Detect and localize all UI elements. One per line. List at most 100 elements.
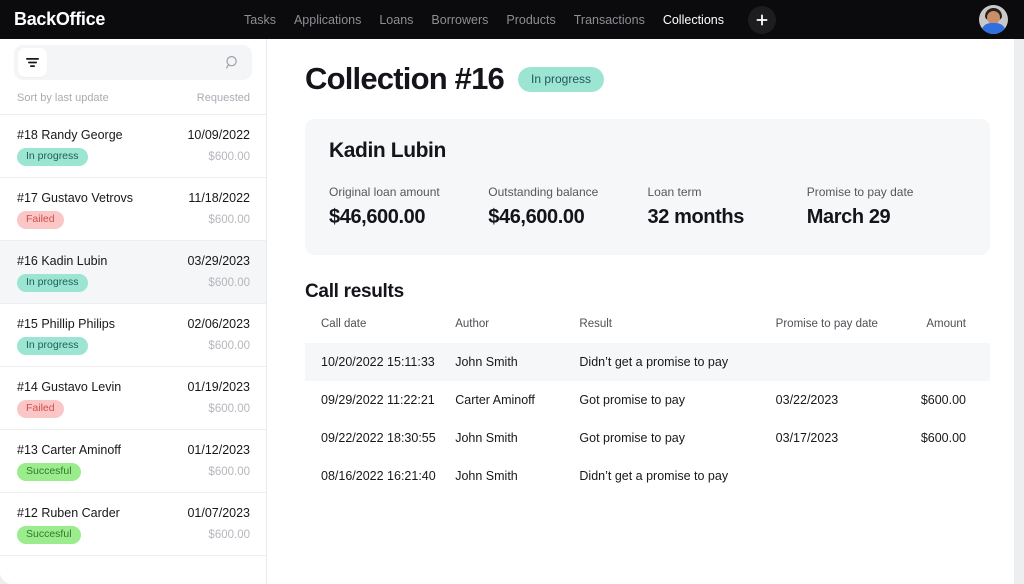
avatar: [979, 5, 1008, 34]
list-item-name: #16 Kadin Lubin: [17, 254, 108, 268]
cell-amount: [893, 343, 990, 381]
plus-icon[interactable]: [747, 5, 776, 34]
list-item-name: #18 Randy George: [17, 128, 123, 142]
search-input[interactable]: [47, 55, 225, 70]
search-icon[interactable]: [225, 55, 240, 70]
main-content: Collection #16 In progress Kadin Lubin O…: [267, 39, 1014, 584]
profile-avatar-button[interactable]: [979, 5, 1008, 34]
list-item-amount: $600.00: [208, 276, 250, 289]
column-header: Call date: [321, 318, 367, 330]
loan-stat-value: March 29: [806, 206, 891, 228]
content-window: Sort by last update Requested #18 Randy …: [0, 39, 1014, 584]
table-row[interactable]: 10/20/2022 15:11:33 John Smith Didn’t get …: [305, 343, 990, 381]
list-item-amount: $600.00: [208, 402, 250, 415]
table-row[interactable]: 09/29/2022 11:22:21 Carter Aminoff Got pro…: [305, 381, 990, 419]
list-item-date: 10/09/2022: [187, 128, 250, 142]
cell-author: John Smith: [455, 469, 518, 483]
list-item-name: #15 Phillip Philips: [17, 317, 115, 331]
plus-icon-glyph: [756, 14, 768, 25]
list-item-date: 01/19/2023: [187, 380, 250, 394]
nav-item-collections[interactable]: Collections: [663, 13, 724, 27]
list-item[interactable]: #17 Gustavo Vetrovs 11/18/2022 Failed $600.…: [0, 178, 266, 241]
cell-promise: [776, 457, 894, 495]
cell-result: Didn’t get a promise to pay: [579, 469, 729, 483]
main-nav: Tasks Applications Loans Borrowers Products T…: [244, 5, 1024, 34]
list-item[interactable]: #14 Gustavo Levin 01/19/2023 Failed $600.00: [0, 367, 266, 430]
column-header: Amount: [926, 318, 966, 330]
list-item-amount: $600.00: [208, 339, 250, 352]
list-item-bottom: In progress $600.00: [17, 274, 250, 292]
list-item-date: 01/12/2023: [187, 443, 250, 457]
list-item-top: #18 Randy George 10/09/2022: [17, 128, 250, 142]
cell-amount: [894, 457, 990, 495]
nav-item-tasks[interactable]: Tasks: [244, 13, 276, 27]
list-item[interactable]: #13 Carter Aminoff 01/12/2023 Succesful $60…: [0, 430, 266, 493]
list-item-name: #13 Carter Aminoff: [17, 443, 121, 457]
list-item-bottom: In progress $600.00: [17, 337, 250, 355]
status-badge: Succesful: [17, 463, 81, 481]
sort-by-selector[interactable]: Sort by last update: [17, 92, 109, 104]
loan-stat-label: Promise to pay date: [806, 185, 914, 199]
list-item-date: 02/06/2023: [187, 317, 250, 331]
search-icon-glyph: [226, 55, 237, 69]
cell-result: Got promise to pay: [579, 431, 685, 445]
nav-item-loans[interactable]: Loans: [379, 13, 413, 27]
cell-promise: 03/22/2023: [775, 393, 839, 407]
loan-stat: Loan term 32 months: [648, 185, 807, 229]
list-item-date: 11/18/2022: [188, 191, 250, 205]
nav-item-applications[interactable]: Applications: [294, 13, 361, 27]
list-item-bottom: Succesful $600.00: [17, 526, 250, 544]
loan-stat-label: Loan term: [647, 185, 702, 199]
loan-stat-value: $46,600.00: [329, 206, 426, 228]
status-badge: In progress: [17, 274, 88, 292]
nav-item-products[interactable]: Products: [506, 13, 555, 27]
status-badge: Failed: [17, 400, 64, 418]
loan-summary-card: Kadin Lubin Original loan amount $46,600.…: [305, 119, 990, 255]
loan-stat: Promise to pay date March 29: [807, 185, 966, 229]
call-results-title: Call results: [305, 281, 404, 302]
borrower-name: Kadin Lubin: [329, 139, 446, 162]
cell-amount: $600.00: [920, 431, 966, 445]
sort-column-requested[interactable]: Requested: [197, 92, 250, 104]
list-item-top: #16 Kadin Lubin 03/29/2023: [17, 254, 250, 268]
list-item[interactable]: #18 Randy George 10/09/2022 In progress $60…: [0, 115, 266, 178]
list-item-name: #12 Ruben Carder: [17, 506, 120, 520]
filter-icon[interactable]: [18, 48, 47, 77]
column-header: Result: [579, 318, 612, 330]
cell-result: Got promise to pay: [579, 393, 685, 407]
list-item-top: #13 Carter Aminoff 01/12/2023: [17, 443, 250, 457]
list-item-date: 03/29/2023: [187, 254, 250, 268]
body-area: Sort by last update Requested #18 Randy …: [0, 39, 1024, 584]
nav-item-transactions[interactable]: Transactions: [574, 13, 645, 27]
nav-item-borrowers[interactable]: Borrowers: [431, 13, 488, 27]
list-item-bottom: Failed $600.00: [17, 211, 250, 229]
list-item-top: #14 Gustavo Levin 01/19/2023: [17, 380, 250, 394]
list-item-bottom: Failed $600.00: [17, 400, 250, 418]
loan-stat-label: Original loan amount: [329, 185, 440, 199]
loan-stat-label: Outstanding balance: [488, 185, 599, 199]
list-item-amount: $600.00: [208, 465, 250, 478]
cell-date: 09/22/2022 18:30:55: [321, 431, 436, 445]
list-item[interactable]: #12 Ruben Carder 01/07/2023 Succesful $600.…: [0, 493, 266, 556]
list-item-amount: $600.00: [208, 528, 250, 541]
loan-stat-value: 32 months: [647, 206, 745, 228]
cell-author: John Smith: [455, 431, 518, 445]
list-item-name: #14 Gustavo Levin: [17, 380, 122, 394]
table-row[interactable]: 08/16/2022 16:21:40 John Smith Didn’t get …: [305, 457, 990, 495]
list-item[interactable]: #16 Kadin Lubin 03/29/2023 In progress $600…: [0, 241, 266, 304]
cell-amount: $600.00: [920, 393, 966, 407]
loan-stat-value: $46,600.00: [488, 206, 585, 228]
cell-date: 10/20/2022 15:11:33: [305, 343, 456, 381]
top-navigation-bar: BackOffice Tasks Applications Loans Borrowe…: [0, 0, 1024, 39]
page-title: Collection #16: [305, 61, 505, 96]
avatar-body: [981, 23, 1006, 34]
call-results-table-body: 10/20/2022 15:11:33 John Smith Didn’t get …: [305, 343, 990, 495]
page-header: Collection #16 In progress: [305, 61, 990, 97]
loan-stats: Original loan amount $46,600.00 Outstandin…: [329, 185, 966, 229]
app-window: BackOffice Tasks Applications Loans Borrowe…: [0, 0, 1024, 584]
list-item-name: #17 Gustavo Vetrovs: [17, 191, 134, 205]
app-brand-logo: BackOffice: [14, 9, 106, 29]
collections-sidebar: Sort by last update Requested #18 Randy …: [0, 39, 267, 584]
list-item[interactable]: #15 Phillip Philips 02/06/2023 In progress…: [0, 304, 266, 367]
table-row[interactable]: 09/22/2022 18:30:55 John Smith Got promise…: [305, 419, 990, 457]
